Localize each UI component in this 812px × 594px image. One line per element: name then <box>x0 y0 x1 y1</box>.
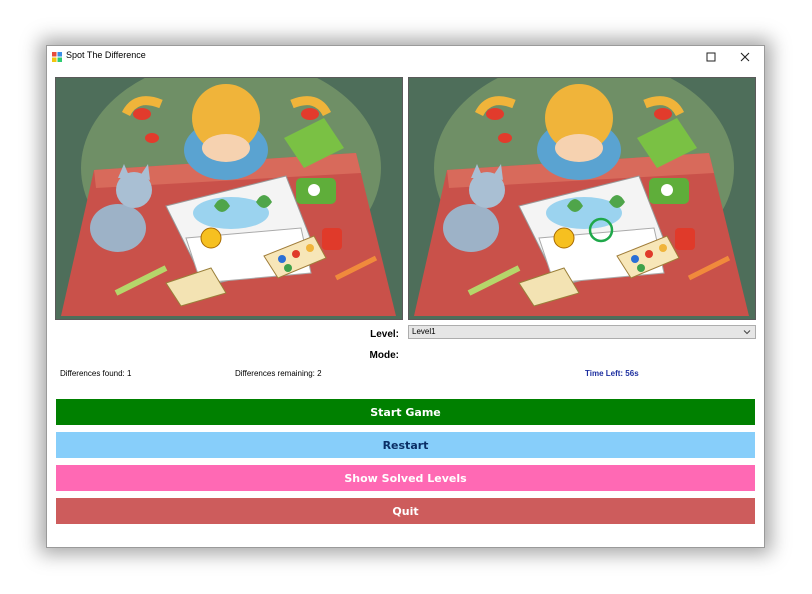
level-dropdown[interactable]: Level1 <box>408 325 756 339</box>
window-title: Spot The Difference <box>66 50 146 60</box>
original-image-pane[interactable] <box>55 77 403 320</box>
level-label: Level: <box>370 329 399 340</box>
title-bar[interactable]: Spot The Difference <box>47 46 764 68</box>
differences-remaining-text: Differences remaining: 2 <box>235 369 322 378</box>
mode-label: Mode: <box>369 350 399 361</box>
show-solved-levels-button[interactable]: Show Solved Levels <box>56 465 755 491</box>
time-left-text: Time Left: 56s <box>585 369 639 378</box>
restart-button[interactable]: Restart <box>56 432 755 458</box>
original-illustration <box>56 78 402 319</box>
differences-found-text: Differences found: 1 <box>60 369 132 378</box>
start-game-button[interactable]: Start Game <box>56 399 755 425</box>
maximize-button[interactable] <box>694 46 728 68</box>
modified-image-pane[interactable] <box>408 77 756 320</box>
app-icon <box>52 52 62 62</box>
modified-illustration <box>409 78 755 319</box>
chevron-down-icon <box>743 330 751 335</box>
level-dropdown-value: Level1 <box>412 327 436 336</box>
close-button[interactable] <box>728 46 762 68</box>
maximize-icon <box>706 52 716 62</box>
quit-button[interactable]: Quit <box>56 498 755 524</box>
app-window: Spot The Difference Level: Level1 Mode: … <box>46 45 765 548</box>
close-icon <box>740 52 750 62</box>
